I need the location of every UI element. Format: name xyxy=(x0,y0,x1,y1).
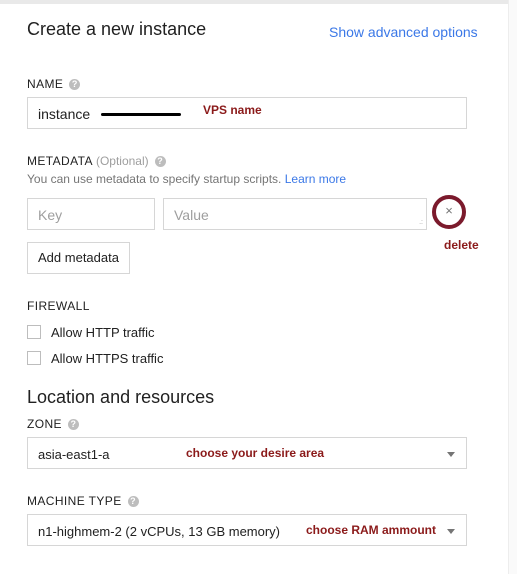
machine-type-label-row: MACHINE TYPE? xyxy=(27,494,139,508)
dropdown-arrow-icon xyxy=(447,529,455,534)
optional-tag: (Optional) xyxy=(95,154,149,168)
key-placeholder: Key xyxy=(38,207,63,223)
zone-label: ZONE xyxy=(27,417,62,431)
dropdown-arrow-icon xyxy=(447,452,455,457)
vps-name-annotation: VPS name xyxy=(203,103,262,117)
top-border xyxy=(0,0,509,4)
allow-http-checkbox[interactable] xyxy=(27,325,41,339)
redaction-mark xyxy=(101,113,181,116)
metadata-label: METADATA xyxy=(27,154,93,168)
name-label: NAME xyxy=(27,77,64,91)
metadata-label-row: METADATA (Optional)? xyxy=(27,154,166,168)
zone-annotation: choose your desire area xyxy=(186,446,325,460)
scrollbar-track[interactable] xyxy=(508,0,517,574)
show-advanced-options-link[interactable]: Show advanced options xyxy=(329,24,478,40)
close-icon: × xyxy=(445,203,453,218)
delete-metadata-button[interactable]: × xyxy=(432,195,466,229)
location-heading: Location and resources xyxy=(27,387,215,407)
help-icon[interactable]: ? xyxy=(127,496,139,507)
help-icon[interactable]: ? xyxy=(69,79,81,90)
metadata-description: You can use metadata to specify startup … xyxy=(27,172,282,186)
zone-value: asia-east1-a xyxy=(38,447,110,462)
metadata-description-row: You can use metadata to specify startup … xyxy=(27,172,346,186)
machine-type-value: n1-highmem-2 (2 vCPUs, 13 GB memory) xyxy=(38,524,281,539)
firewall-label: FIREWALL xyxy=(27,299,90,313)
metadata-key-input[interactable]: Key xyxy=(27,198,155,230)
machine-type-annotation: choose RAM ammount xyxy=(306,523,437,537)
zone-label-row: ZONE? xyxy=(27,417,79,431)
machine-type-label: MACHINE TYPE xyxy=(27,494,122,508)
delete-annotation: delete xyxy=(444,238,479,252)
help-icon[interactable]: ? xyxy=(154,156,166,167)
help-icon[interactable]: ? xyxy=(67,419,79,430)
allow-https-checkbox[interactable] xyxy=(27,351,41,365)
allow-http-label[interactable]: Allow HTTP traffic xyxy=(51,325,155,340)
add-metadata-button[interactable]: Add metadata xyxy=(27,242,130,274)
allow-https-label[interactable]: Allow HTTPS traffic xyxy=(51,351,163,366)
resize-handle-icon[interactable]: .: xyxy=(419,219,423,226)
page-title: Create a new instance xyxy=(27,19,207,39)
metadata-value-textarea[interactable]: Value .: xyxy=(163,198,427,230)
value-placeholder: Value xyxy=(174,207,209,223)
learn-more-link[interactable]: Learn more xyxy=(285,172,346,186)
name-input-value: instance xyxy=(38,106,91,122)
name-label-row: NAME? xyxy=(27,77,81,91)
